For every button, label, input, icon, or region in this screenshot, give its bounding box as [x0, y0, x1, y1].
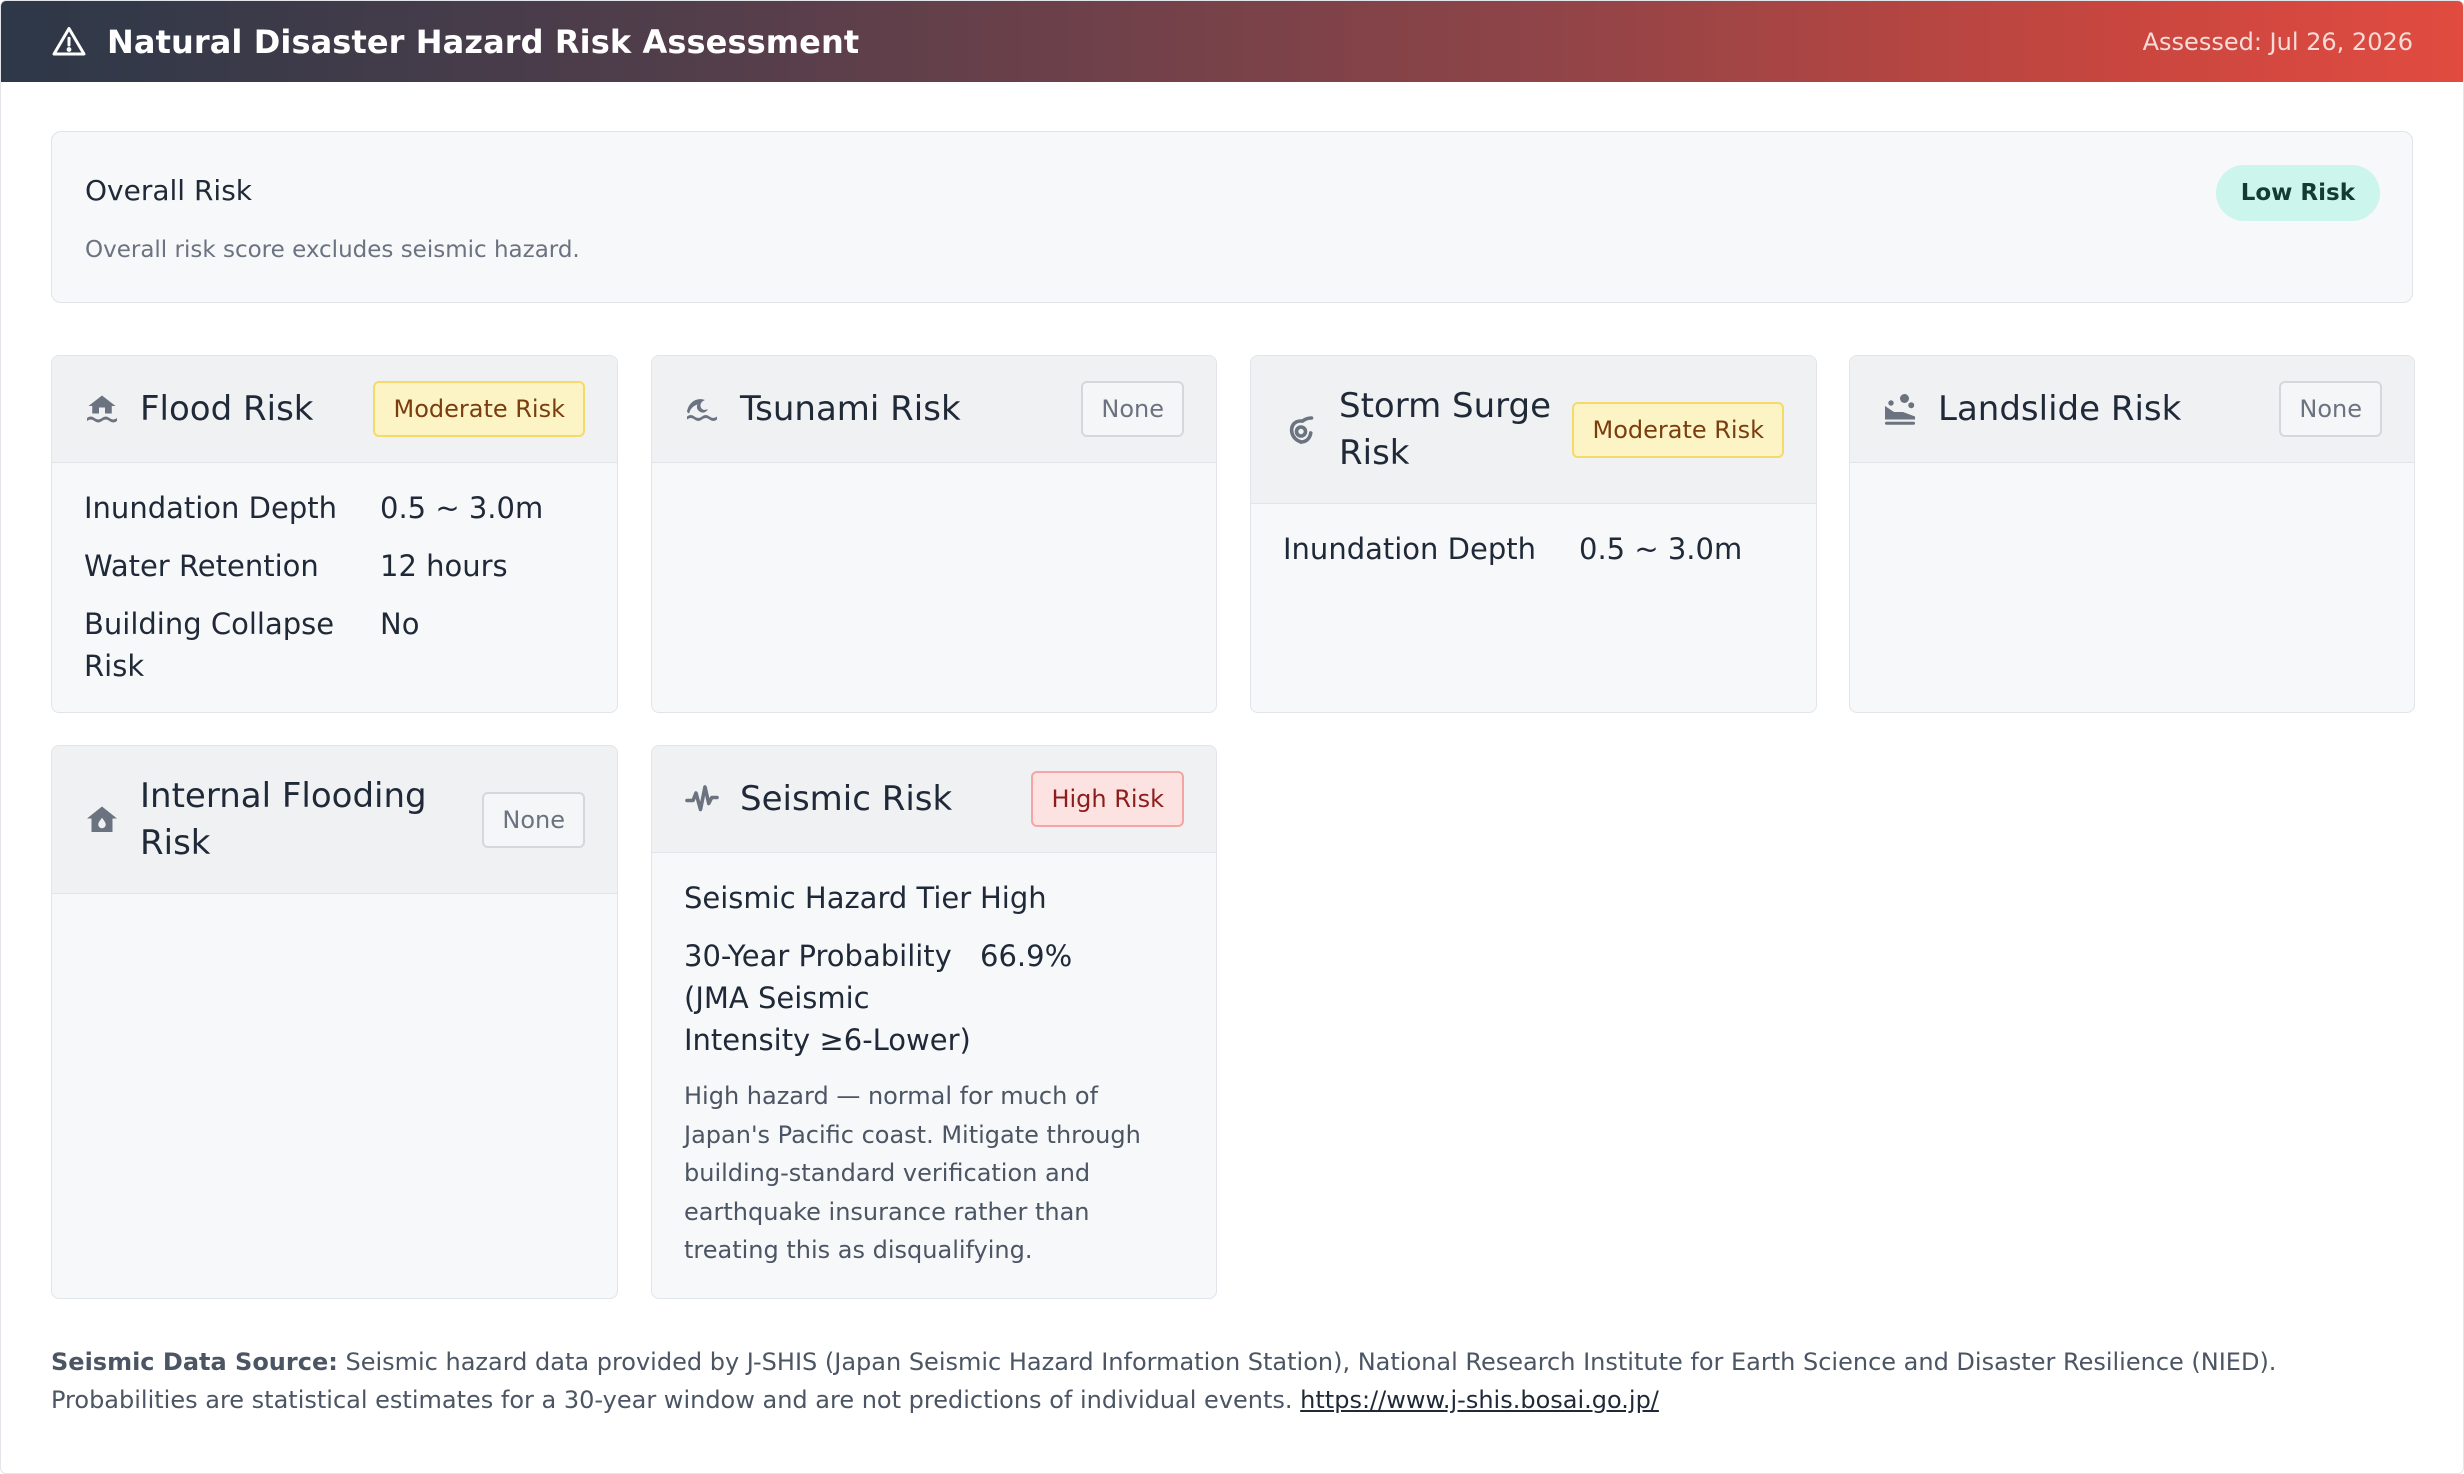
- overall-risk-card: Overall Risk Overall risk score excludes…: [51, 131, 2413, 303]
- storm-surge-risk-badge: Moderate Risk: [1572, 401, 1784, 458]
- storm-surge-row-inundation: Inundation Depth 0.5 ~ 3.0m: [1283, 528, 1784, 570]
- seismic-card-body: Seismic Hazard Tier High 30-Year Probabi…: [652, 853, 1216, 1270]
- footer-text: Seismic hazard data provided by J-SHIS (…: [51, 1348, 2277, 1414]
- row-value: 66.9%: [980, 939, 1073, 973]
- house-water-icon: [87, 806, 117, 832]
- internal-flooding-title-wrap: Internal Flooding Risk: [84, 773, 482, 867]
- hurricane-icon: [1289, 415, 1314, 444]
- storm-surge-risk-title: Storm Surge Risk: [1339, 385, 1552, 473]
- row-label: Inundation Depth: [84, 491, 337, 525]
- page-title: Natural Disaster Hazard Risk Assessment: [107, 22, 860, 61]
- flood-risk-card: Flood Risk Moderate Risk Inundation Dept…: [51, 355, 618, 713]
- seismic-wave-icon: [685, 785, 719, 812]
- header-bar: Natural Disaster Hazard Risk Assessment …: [1, 1, 2463, 82]
- tsunami-title-wrap: Tsunami Risk: [684, 386, 1081, 433]
- seismic-row-probability: 30-Year Probability (JMA Seismic Intensi…: [684, 935, 1184, 1061]
- internal-flooding-risk-title: Internal Flooding Risk: [140, 775, 427, 863]
- flood-card-header: Flood Risk Moderate Risk: [52, 356, 617, 463]
- warning-triangle-icon: [52, 26, 86, 55]
- storm-surge-risk-card: Storm Surge Risk Moderate Risk Inundatio…: [1250, 355, 1817, 713]
- landslide-risk-card: Landslide Risk None: [1849, 355, 2415, 713]
- internal-flooding-risk-card: Internal Flooding Risk None: [51, 745, 618, 1299]
- header-left: Natural Disaster Hazard Risk Assessment: [51, 23, 859, 61]
- row-label: Water Retention: [84, 549, 319, 583]
- tsunami-risk-badge: None: [1081, 381, 1184, 437]
- seismic-title-wrap: Seismic Risk: [684, 776, 1031, 823]
- row-value: 0.5 ~ 3.0m: [380, 491, 544, 525]
- row-label: Inundation Depth: [1283, 532, 1536, 566]
- flood-row-inundation: Inundation Depth 0.5 ~ 3.0m: [84, 487, 585, 529]
- seismic-risk-title: Seismic Risk: [740, 778, 953, 819]
- footer-label: Seismic Data Source:: [51, 1348, 338, 1376]
- landslide-title-wrap: Landslide Risk: [1882, 386, 2279, 433]
- data-source-footer: Seismic Data Source: Seismic hazard data…: [51, 1343, 2421, 1419]
- wave-icon: [687, 399, 717, 421]
- seismic-guidance-note: High hazard — normal for much of Japan's…: [684, 1082, 1141, 1264]
- content: Overall Risk Overall risk score excludes…: [1, 82, 2463, 303]
- seismic-row-tier: Seismic Hazard Tier High: [684, 877, 1184, 919]
- flood-risk-badge: Moderate Risk: [373, 381, 585, 437]
- tsunami-risk-card: Tsunami Risk None: [651, 355, 1217, 713]
- seismic-card-header: Seismic Risk High Risk: [652, 746, 1216, 853]
- flood-row-retention: Water Retention 12 hours: [84, 545, 585, 587]
- row-value: 12 hours: [380, 549, 508, 583]
- row-label: Seismic Hazard Tier: [684, 881, 972, 915]
- tsunami-card-header: Tsunami Risk None: [652, 356, 1216, 463]
- seismic-risk-badge: High Risk: [1031, 771, 1184, 827]
- flood-title-wrap: Flood Risk: [84, 386, 373, 433]
- storm-surge-title-wrap: Storm Surge Risk: [1283, 383, 1572, 477]
- flood-risk-title: Flood Risk: [140, 388, 314, 429]
- seismic-risk-card: Seismic Risk High Risk Seismic Hazard Ti…: [651, 745, 1217, 1299]
- storm-surge-card-body: Inundation Depth 0.5 ~ 3.0m: [1251, 504, 1816, 570]
- overall-risk-title: Overall Risk: [85, 174, 253, 207]
- row-value: 0.5 ~ 3.0m: [1579, 532, 1743, 566]
- landslide-card-header: Landslide Risk None: [1850, 356, 2414, 463]
- tsunami-risk-title: Tsunami Risk: [740, 388, 961, 429]
- row-value: No: [380, 607, 420, 641]
- overall-risk-note: Overall risk score excludes seismic haza…: [85, 237, 580, 263]
- flood-house-icon: [87, 395, 117, 423]
- overall-risk-badge: Low Risk: [2215, 165, 2380, 221]
- row-value: High: [980, 881, 1047, 915]
- storm-surge-card-header: Storm Surge Risk Moderate Risk: [1251, 356, 1816, 504]
- assessed-date: Assessed: Jul 26, 2026: [2142, 27, 2413, 56]
- flood-row-collapse: Building Collapse Risk No: [84, 603, 585, 687]
- j-shis-link[interactable]: https://www.j-shis.bosai.go.jp/: [1300, 1386, 1659, 1414]
- internal-flooding-card-header: Internal Flooding Risk None: [52, 746, 617, 894]
- row-label: 30-Year Probability (JMA Seismic Intensi…: [684, 939, 971, 1057]
- landslide-risk-badge: None: [2279, 381, 2382, 437]
- landslide-risk-title: Landslide Risk: [1938, 388, 2182, 429]
- hazard-assessment-panel: Natural Disaster Hazard Risk Assessment …: [0, 0, 2464, 1474]
- internal-flooding-risk-badge: None: [482, 791, 585, 848]
- flood-card-body: Inundation Depth 0.5 ~ 3.0m Water Retent…: [52, 463, 617, 687]
- row-label: Building Collapse Risk: [84, 607, 335, 683]
- landslide-icon: [1885, 394, 1915, 425]
